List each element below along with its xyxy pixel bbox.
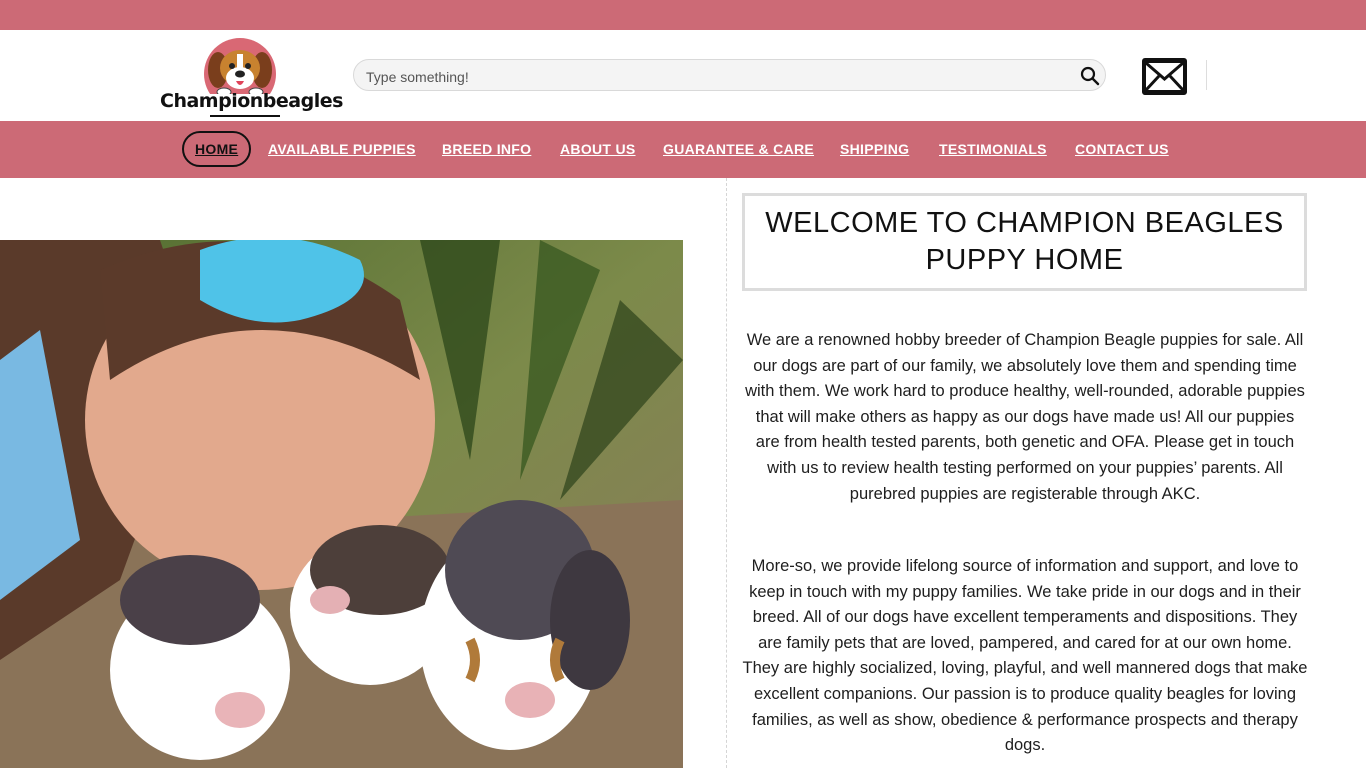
nav-item-breed-info[interactable]: BREED INFO xyxy=(442,131,531,167)
welcome-box: WELCOME TO CHAMPION BEAGLES PUPPY HOME xyxy=(742,193,1307,291)
nav-item-guarantee-care[interactable]: GUARANTEE & CARE xyxy=(663,131,814,167)
support-paragraph: More-so, we provide lifelong source of i… xyxy=(742,557,1308,755)
header-divider xyxy=(1206,60,1207,90)
search-icon[interactable] xyxy=(1080,66,1100,86)
hero-image xyxy=(0,240,683,768)
column-divider xyxy=(726,178,727,768)
nav-item-about-us[interactable]: ABOUT US xyxy=(560,131,636,167)
intro-paragraph: We are a renowned hobby breeder of Champ… xyxy=(745,331,1305,503)
beagle-logo-icon xyxy=(204,38,276,110)
top-bar xyxy=(0,0,1366,30)
nav-item-contact-us[interactable]: CONTACT US xyxy=(1075,131,1169,167)
search-box xyxy=(353,59,1106,91)
logo-text: Championbeagles xyxy=(160,90,343,112)
main-nav: HOME AVAILABLE PUPPIES BREED INFO ABOUT … xyxy=(0,121,1366,178)
site-header: Championbeagles xyxy=(0,30,1366,121)
girl-with-puppies-image xyxy=(0,240,683,768)
site-logo[interactable]: Championbeagles xyxy=(160,34,343,118)
nav-item-testimonials[interactable]: TESTIMONIALS xyxy=(939,131,1047,167)
welcome-title: WELCOME TO CHAMPION BEAGLES PUPPY HOME xyxy=(765,207,1284,276)
nav-item-home[interactable]: HOME xyxy=(182,131,252,167)
nav-item-available-puppies[interactable]: AVAILABLE PUPPIES xyxy=(268,131,416,167)
logo-underline xyxy=(210,115,280,117)
envelope-icon[interactable] xyxy=(1142,58,1187,95)
search-input[interactable] xyxy=(364,66,1058,88)
nav-item-shipping[interactable]: SHIPPING xyxy=(840,131,909,167)
